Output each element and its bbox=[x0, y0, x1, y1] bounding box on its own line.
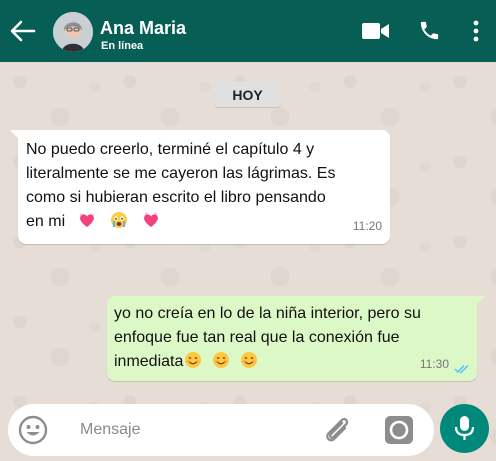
message-text-line: yo no creía en lo de la niña interior, p… bbox=[114, 305, 421, 322]
more-options-icon[interactable] bbox=[472, 20, 480, 42]
heart-eyes-heart-icon bbox=[78, 212, 96, 227]
message-text-line: No puedo creerlo, terminé el capítulo 4 … bbox=[26, 141, 315, 158]
smiling-face-icon bbox=[241, 352, 258, 368]
voice-message-button[interactable] bbox=[440, 404, 489, 453]
message-time: 11:30 bbox=[419, 357, 449, 371]
contact-status: En línea bbox=[101, 40, 144, 52]
message-input[interactable]: Mensaje bbox=[80, 421, 140, 439]
message-text-line: literalmente se me cayeron las lágrimas.… bbox=[26, 165, 336, 182]
bubble-tail bbox=[10, 130, 20, 140]
camera-icon[interactable] bbox=[384, 415, 414, 445]
message-bubble-outgoing[interactable]: yo no creía en lo de la niña interior, p… bbox=[107, 296, 485, 381]
video-call-icon[interactable] bbox=[362, 21, 390, 41]
attach-clip-icon[interactable] bbox=[321, 414, 353, 446]
chat-header: Ana Maria En línea bbox=[0, 0, 496, 62]
phone-call-icon[interactable] bbox=[418, 19, 441, 42]
message-composer[interactable]: Mensaje bbox=[8, 404, 434, 456]
message-text-line: enfoque fue tan real que la conexión fue bbox=[114, 329, 400, 346]
message-text-line: como si hubieran escrito el libro pensan… bbox=[26, 189, 326, 206]
crying-face-icon bbox=[111, 212, 128, 228]
date-chip: HOY bbox=[214, 82, 281, 107]
message-text-line: inmediata bbox=[114, 353, 184, 370]
microphone-icon bbox=[454, 416, 475, 440]
smiling-face-icon bbox=[185, 352, 202, 368]
avatar[interactable] bbox=[53, 12, 93, 52]
message-time: 11:20 bbox=[352, 219, 382, 233]
bubble-tail bbox=[475, 296, 485, 306]
emoji-picker-icon[interactable] bbox=[18, 415, 48, 445]
message-text-line: en mi bbox=[26, 213, 66, 230]
chat-background bbox=[0, 62, 496, 461]
read-ticks-icon bbox=[454, 364, 469, 374]
heart-icon bbox=[144, 211, 159, 227]
message-bubble-incoming[interactable]: No puedo creerlo, terminé el capítulo 4 … bbox=[10, 130, 390, 244]
smiling-face-icon bbox=[213, 352, 230, 368]
contact-name[interactable]: Ana Maria bbox=[100, 18, 186, 39]
back-arrow-icon[interactable] bbox=[8, 17, 36, 45]
